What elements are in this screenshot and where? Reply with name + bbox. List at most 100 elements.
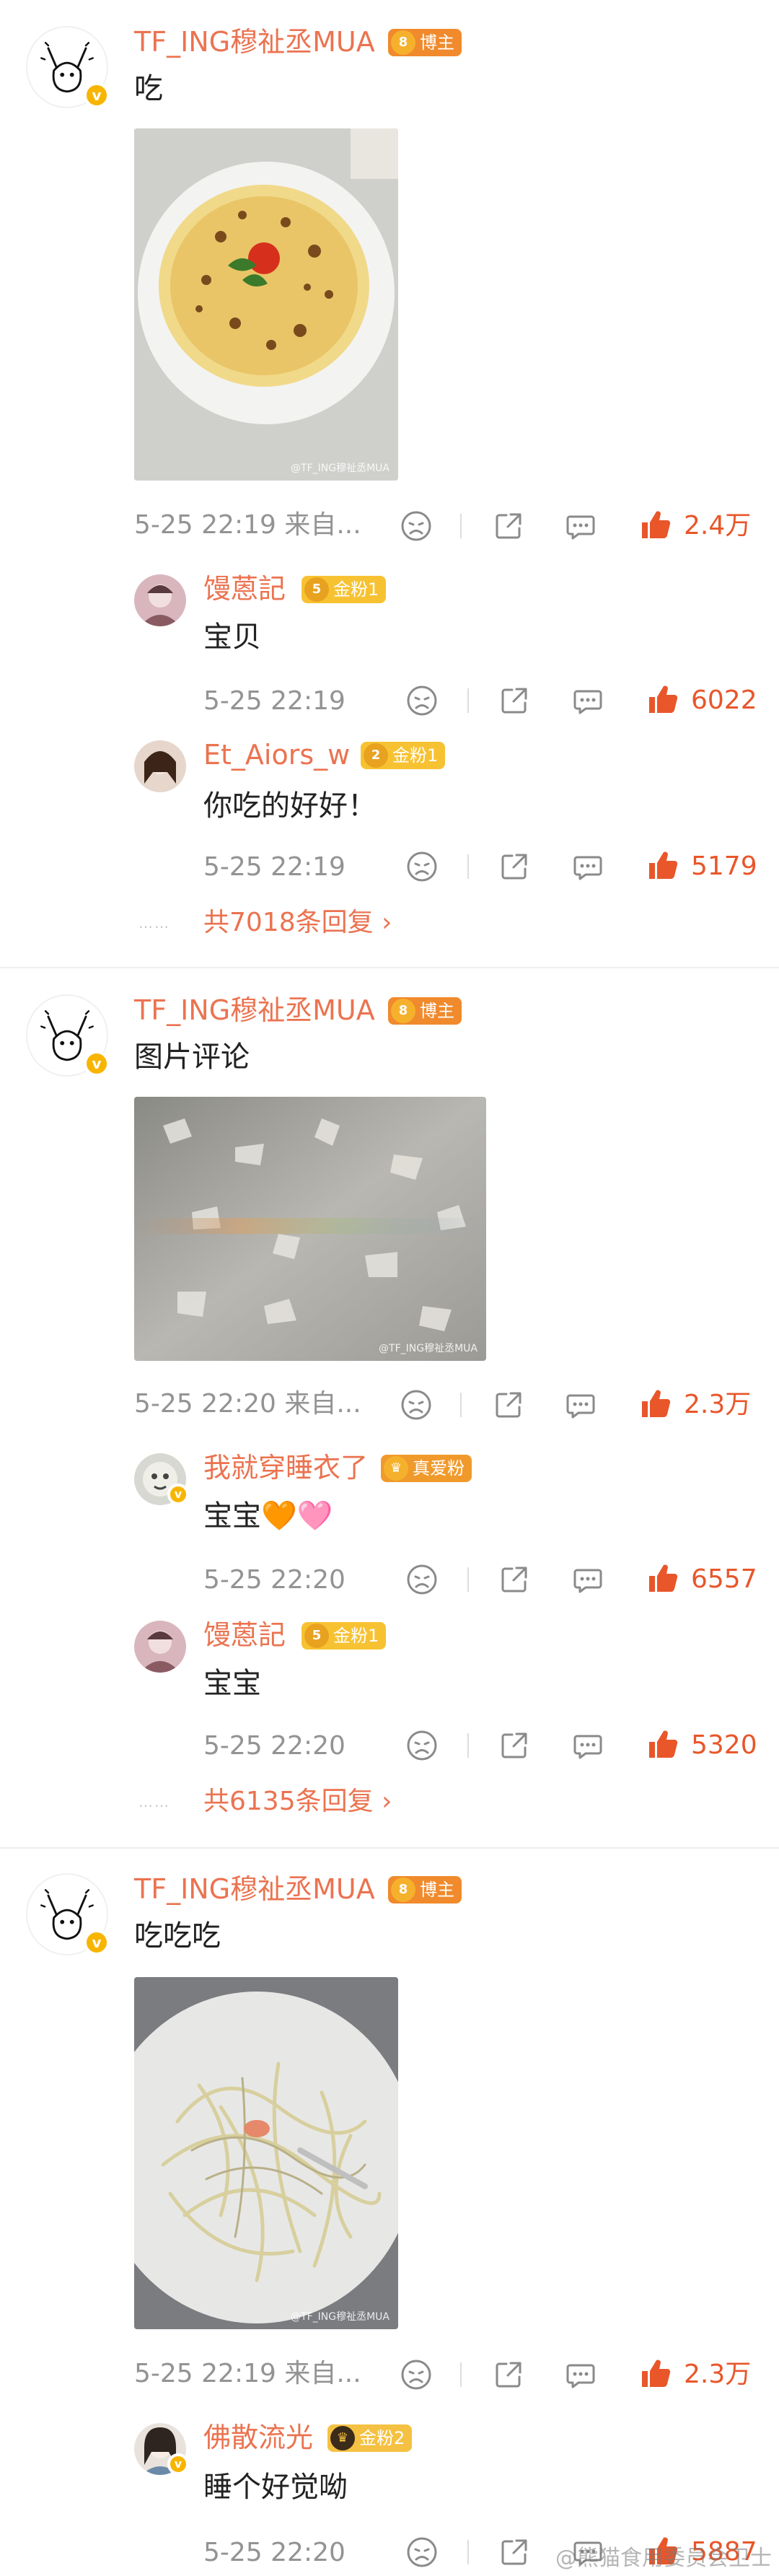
like-icon[interactable] [639,508,672,541]
divider-line [467,854,469,879]
crown-icon: 8 [391,999,415,1023]
divider-line [467,2540,469,2564]
verified-icon: v [167,1484,189,1505]
comment-icon[interactable] [571,684,604,717]
comment-time: 5-25 22:19 来自... [134,2359,361,2388]
like-count[interactable]: 5179 [691,850,757,883]
comment-icon[interactable] [564,2358,597,2391]
crown-icon: 8 [391,1878,415,1902]
reply-name[interactable]: 我就穿睡衣了 [203,1450,368,1485]
comment-icon[interactable] [571,1563,604,1596]
like-icon[interactable] [646,683,679,716]
view-more-replies[interactable]: 共6135条回复 › [203,1785,392,1818]
divider-line [460,1393,462,1417]
comment-icon[interactable] [564,509,597,543]
view-more-replies[interactable]: 共7018条回复 › [203,906,392,939]
comment-icon[interactable] [571,1729,604,1762]
like-icon[interactable] [646,1561,679,1595]
reply-time: 5-25 22:20 [203,2538,346,2567]
user-avatar-icon [140,1631,180,1673]
reply-time: 5-25 22:19 [203,852,346,882]
reply-time: 5-25 22:19 [203,686,346,716]
dislike-icon[interactable] [405,2536,439,2569]
dislike-icon[interactable] [405,684,439,717]
comment-photo[interactable]: @TF_ING穆祉丞MUA [134,1977,398,2329]
crown-icon: 5 [304,1624,329,1648]
like-count[interactable]: 6022 [691,684,757,717]
comment-photo[interactable]: @TF_ING穆祉丞MUA [134,1097,486,1361]
divider-line [467,1567,469,1592]
verified-icon: v [84,1051,110,1077]
fan-badge: ♛ 金粉2 [327,2424,413,2452]
reply-name[interactable]: Et_Aiors_w [203,737,350,772]
reply-time: 5-25 22:20 [203,1565,346,1595]
share-icon[interactable] [498,850,531,883]
comment-icon[interactable] [564,1388,597,1421]
reply-text: 宝贝 [203,621,261,654]
dislike-icon[interactable] [405,1729,439,1762]
terrazzo-photo-icon [134,1097,486,1361]
host-badge: 8 博主 [388,29,462,56]
page-watermark: @熊猫食用委员会卫士 [555,2546,772,2571]
like-icon[interactable] [646,849,679,882]
reply-text: 宝宝 [203,1667,261,1700]
comment-text: 吃吃吃 [134,1919,221,1953]
reply-time: 5-25 22:20 [203,1731,346,1761]
dislike-icon[interactable] [400,1388,433,1421]
share-icon[interactable] [498,1563,531,1596]
like-count[interactable]: 2.3万 [684,1388,751,1421]
reply-name[interactable]: 馒蒽記 [203,1618,286,1652]
dislike-icon[interactable] [405,850,439,883]
dislike-icon[interactable] [400,2358,433,2391]
like-count[interactable]: 2.3万 [684,2358,751,2391]
author-avatar[interactable]: v [26,26,110,108]
thread-divider [0,967,779,968]
like-icon[interactable] [639,2357,672,2390]
crown-icon: 2 [364,743,388,768]
divider-line [467,688,469,713]
user-avatar-icon [140,584,180,626]
share-icon[interactable] [492,509,525,543]
share-icon[interactable] [498,2536,531,2569]
author-name[interactable]: TF_ING穆祉丞MUA [134,1872,375,1906]
reply-text: 你吃的好好！ [203,789,377,823]
comment-photo[interactable]: @TF_ING穆祉丞MUA [134,128,398,481]
like-icon[interactable] [639,1387,672,1420]
photo-watermark: @TF_ING穆祉丞MUA [291,463,390,474]
more-dots: …… [138,1793,170,1810]
share-icon[interactable] [492,2358,525,2391]
reply-text: 睡个好觉呦 [203,2471,348,2504]
dislike-icon[interactable] [405,1563,439,1596]
dislike-icon[interactable] [400,509,433,543]
share-icon[interactable] [498,684,531,717]
author-name[interactable]: TF_ING穆祉丞MUA [134,25,375,59]
fan-badge: 2 金粉1 [361,742,446,769]
reply-name[interactable]: 馒蒽記 [203,571,286,606]
reply-name[interactable]: 佛散流光 [203,2420,313,2455]
reply-avatar[interactable] [134,740,186,792]
verified-icon: v [167,2453,189,2475]
share-icon[interactable] [498,1729,531,1762]
comment-time: 5-25 22:20 来自... [134,1389,361,1419]
author-name[interactable]: TF_ING穆祉丞MUA [134,993,375,1028]
dish-photo-icon [134,128,398,481]
reply-avatar[interactable] [134,1621,186,1673]
pasta-photo-icon [134,1977,398,2329]
verified-icon: v [84,1929,110,1955]
fan-badge: 5 金粉1 [302,1622,387,1650]
like-icon[interactable] [646,1727,679,1761]
divider-line [460,2362,462,2387]
user-avatar-icon [144,751,176,784]
verified-icon: v [84,82,110,108]
author-avatar[interactable]: v [26,994,110,1077]
comment-icon[interactable] [571,850,604,883]
host-badge: 8 博主 [388,997,462,1025]
author-avatar[interactable]: v [26,1873,110,1955]
reply-avatar[interactable] [134,574,186,626]
like-count[interactable]: 5320 [691,1729,757,1762]
like-count[interactable]: 2.4万 [684,509,751,543]
like-count[interactable]: 6557 [691,1563,757,1596]
photo-watermark: @TF_ING穆祉丞MUA [379,1343,477,1354]
reply-text: 宝宝🧡🩷 [203,1499,333,1533]
share-icon[interactable] [492,1388,525,1421]
